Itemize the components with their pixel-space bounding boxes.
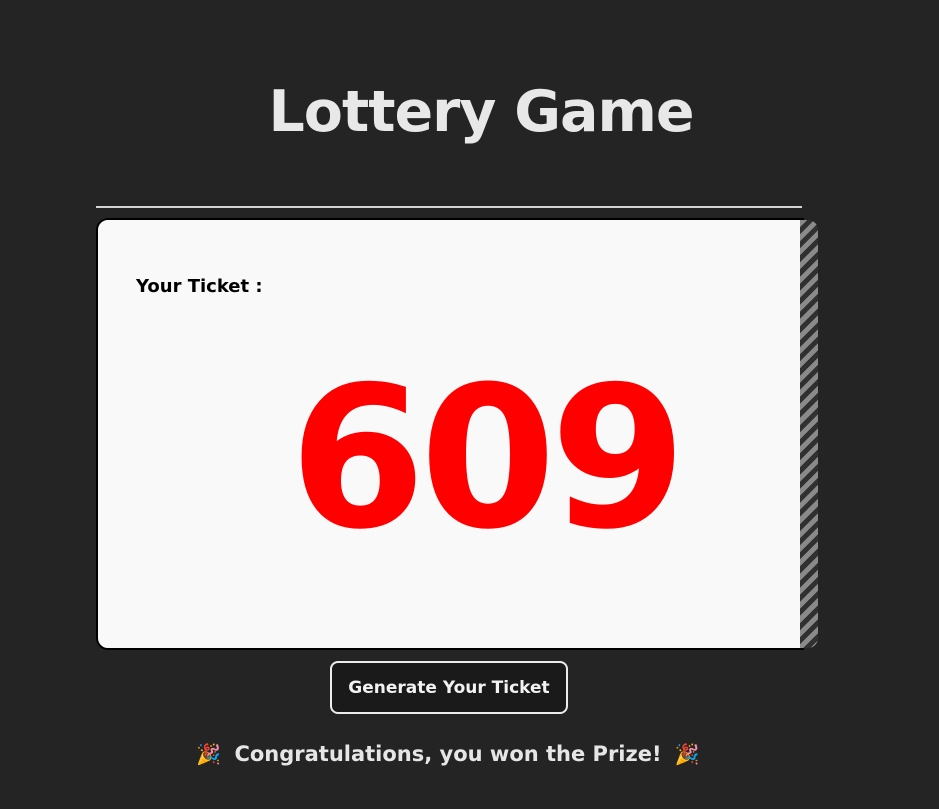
result-message: 🎉 Congratulations, you won the Prize! 🎉 xyxy=(0,742,896,766)
page-title: Lottery Game xyxy=(268,79,694,145)
title-divider xyxy=(96,206,802,208)
ticket-stub-stripe xyxy=(800,220,818,648)
result-text: Congratulations, you won the Prize! xyxy=(234,742,662,766)
generate-ticket-button[interactable]: Generate Your Ticket xyxy=(330,661,568,714)
ticket-label: Your Ticket : xyxy=(136,276,263,297)
ticket-number: 609 xyxy=(289,345,686,573)
party-popper-icon: 🎉 xyxy=(196,742,222,766)
ticket-card: Your Ticket : 609 xyxy=(96,218,804,650)
party-popper-icon: 🎉 xyxy=(674,742,700,766)
